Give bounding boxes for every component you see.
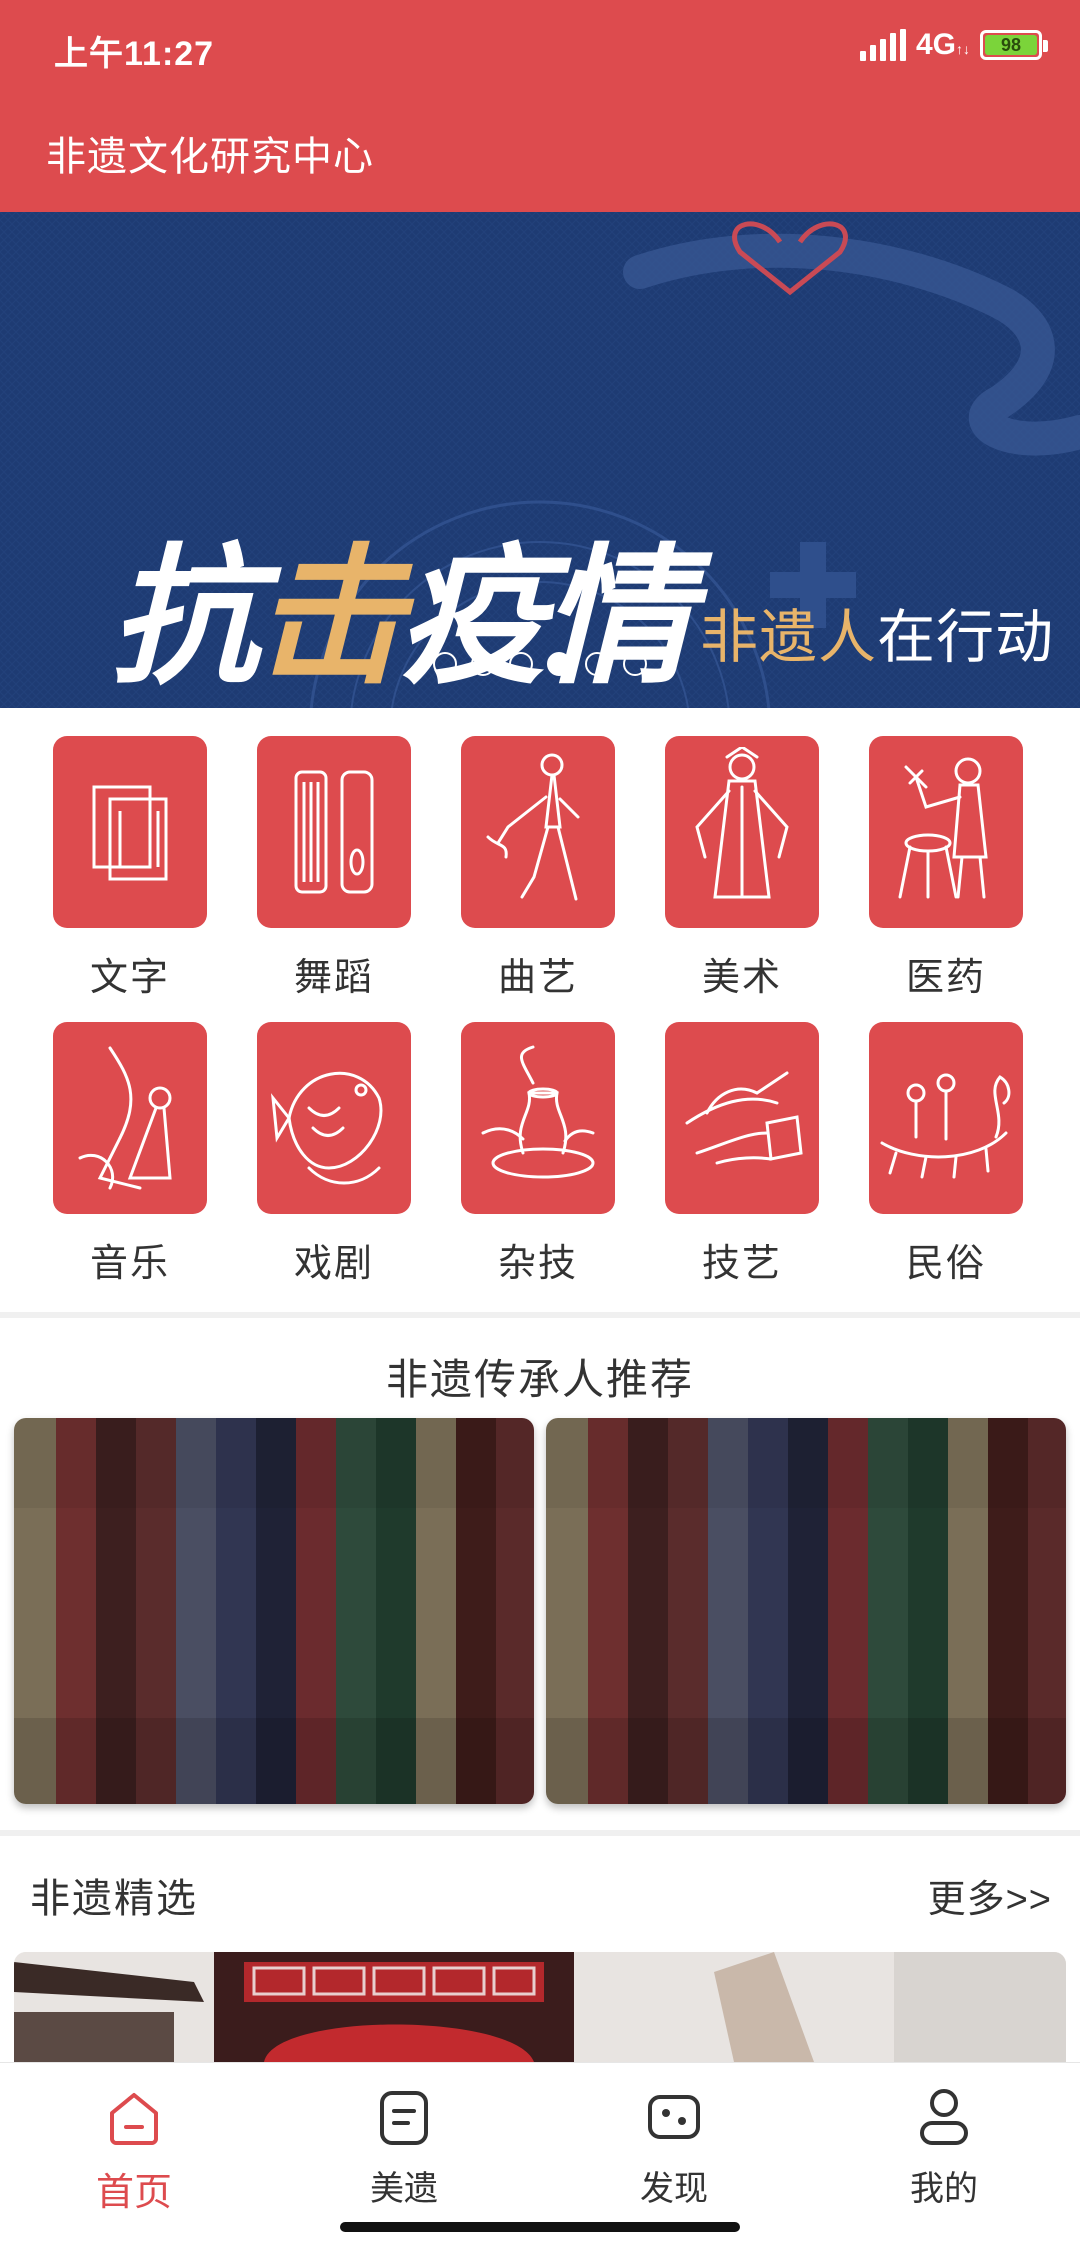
category-item-zaji[interactable]: 杂技 — [448, 1022, 628, 1287]
carousel-dot-active[interactable] — [547, 652, 571, 676]
dragon-boat-icon — [880, 1073, 1011, 1179]
category-item-xiju[interactable]: 戏剧 — [244, 1022, 424, 1287]
dancer-icon — [486, 753, 580, 901]
inheritor-card[interactable] — [546, 1418, 1066, 1804]
discover-icon — [648, 2095, 700, 2139]
top-bar: 上午11:27 4G↑↓ 98 非遗文化研究中心 — [0, 0, 1080, 212]
carousel-dot[interactable] — [471, 652, 495, 676]
inheritor-card[interactable] — [14, 1418, 534, 1804]
home-icon — [110, 2093, 158, 2145]
network-type: 4G↑↓ — [915, 28, 970, 61]
inheritors-section-title: 非遗传承人推荐 — [385, 1356, 694, 1403]
carousel-dot[interactable] — [585, 652, 609, 676]
category-label: 文字 — [89, 957, 170, 999]
carousel-dot[interactable] — [433, 652, 457, 676]
carp-icon — [271, 1071, 383, 1185]
category-tile[interactable] — [53, 736, 207, 928]
category-label: 技艺 — [701, 1243, 782, 1285]
category-label: 戏剧 — [293, 1243, 374, 1285]
home-indicator — [340, 2222, 740, 2232]
page-title: 非遗文化研究中心 — [46, 135, 374, 179]
carousel-dot[interactable] — [623, 652, 647, 676]
book-icon — [92, 785, 168, 881]
signal-icon — [859, 29, 906, 61]
category-label: 曲艺 — [497, 957, 578, 999]
featured-photo — [14, 1952, 1066, 2062]
carousel-indicator[interactable] — [0, 652, 1080, 676]
inheritor-image — [14, 1418, 534, 1804]
document-icon — [380, 2091, 428, 2145]
status-bar: 上午11:27 4G↑↓ 98 — [0, 0, 1080, 100]
featured-section-title: 非遗精选 — [30, 1877, 198, 1921]
battery-icon: 98 — [980, 30, 1048, 60]
more-link[interactable]: 更多>> — [928, 1868, 1052, 1923]
category-tile[interactable] — [665, 736, 819, 928]
category-item-yiyao[interactable]: 医药 — [856, 736, 1036, 1001]
category-item-quyi[interactable]: 曲艺 — [448, 736, 628, 1001]
category-item-wudao[interactable]: 舞蹈 — [244, 736, 424, 1001]
battery-level: 98 — [1000, 34, 1022, 55]
inheritor-image — [546, 1418, 1066, 1804]
category-tile[interactable] — [257, 736, 411, 928]
nav-profile[interactable]: 我的 — [844, 2077, 1044, 2210]
category-tile[interactable] — [869, 736, 1023, 928]
herbalist-icon — [898, 757, 988, 899]
category-tile[interactable] — [665, 1022, 819, 1214]
nav-home[interactable]: 首页 — [34, 2077, 234, 2216]
section-divider — [0, 1312, 1080, 1318]
category-label: 音乐 — [89, 1243, 170, 1285]
nav-meiyi[interactable]: 美遗 — [304, 2077, 504, 2210]
category-tile[interactable] — [869, 1022, 1023, 1214]
category-label: 舞蹈 — [293, 957, 374, 999]
status-indicators: 4G↑↓ 98 — [859, 28, 1048, 62]
status-time: 上午11:27 — [54, 35, 215, 73]
nav-discover[interactable]: 发现 — [574, 2077, 774, 2210]
section-divider — [0, 1830, 1080, 1836]
category-item-jiyi[interactable]: 技艺 — [652, 1022, 832, 1287]
category-grid: 文字 舞蹈 曲艺 美术 医药 音乐 戏剧 杂技 技艺 民俗 — [0, 708, 1080, 1314]
nav-meiyi-label: 美遗 — [370, 2170, 438, 2208]
category-label: 美术 — [701, 957, 782, 999]
nav-profile-label: 我的 — [910, 2170, 978, 2208]
featured-image[interactable] — [14, 1952, 1066, 2062]
category-tile[interactable] — [461, 1022, 615, 1214]
banner-carousel[interactable]: 抗击疫情 非遗人在行动 — [0, 212, 1080, 708]
category-tile[interactable] — [53, 1022, 207, 1214]
opera-figure-icon — [695, 747, 789, 899]
nav-discover-label: 发现 — [640, 2170, 708, 2208]
bottom-navigation: 首页 美遗 发现 我的 — [0, 2062, 1080, 2248]
category-item-minsu[interactable]: 民俗 — [856, 1022, 1036, 1287]
musician-icon — [78, 1046, 172, 1190]
category-item-yinyue[interactable]: 音乐 — [40, 1022, 220, 1287]
category-label: 医药 — [905, 957, 986, 999]
category-tile[interactable] — [257, 1022, 411, 1214]
category-label: 杂技 — [497, 1243, 578, 1285]
nav-home-label: 首页 — [95, 2172, 172, 2214]
category-label: 民俗 — [905, 1243, 986, 1285]
craft-hands-icon — [685, 1071, 803, 1165]
category-item-meishu[interactable]: 美术 — [652, 736, 832, 1001]
profile-icon — [920, 2089, 968, 2145]
guqin-icon — [294, 770, 374, 894]
category-tile[interactable] — [461, 736, 615, 928]
category-item-wenzi[interactable]: 文字 — [40, 736, 220, 1001]
carousel-dot[interactable] — [509, 652, 533, 676]
pottery-icon — [481, 1045, 595, 1179]
